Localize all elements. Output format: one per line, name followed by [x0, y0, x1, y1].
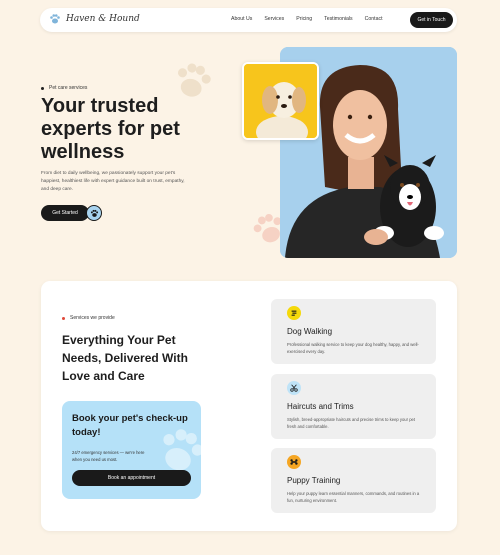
get-started-button[interactable]: Get Started	[41, 205, 89, 221]
services-section: Services we provide Everything Your Pet …	[41, 281, 457, 531]
service-description: Stylish, breed-appropriate haircuts and …	[287, 417, 416, 429]
services-tag: Services we provide	[62, 315, 115, 321]
service-description: Professional walking service to keep you…	[287, 342, 419, 354]
top-navbar: Haven & Hound About Us Services Pricing …	[40, 8, 457, 32]
services-tag-label: Services we provide	[70, 315, 115, 321]
service-name: Haircuts and Trims	[287, 402, 354, 411]
booking-description: 24/7 emergency services — we're here whe…	[72, 450, 145, 462]
scissors-icon	[287, 381, 301, 395]
hero-description: From diet to daily wellbeing, we passion…	[41, 171, 185, 192]
hero-tag-label: Pet care services	[49, 85, 88, 91]
service-card-haircuts[interactable]: Haircuts and Trims Stylish, breed-approp…	[271, 374, 436, 439]
brand-logo[interactable]: Haven & Hound	[49, 13, 140, 25]
service-card-puppy-training[interactable]: Puppy Training Help your puppy learn ess…	[271, 448, 436, 513]
nav-links: About Us Services Pricing Testimonials C…	[231, 16, 383, 22]
book-appointment-button[interactable]: Book an appointment	[72, 470, 191, 486]
service-card-dog-walking[interactable]: Dog Walking Professional walking service…	[271, 299, 436, 364]
paw-logo-icon	[50, 14, 60, 24]
paw-icon	[90, 209, 98, 217]
decorative-paw-icon	[177, 63, 211, 97]
booking-title: Book your pet's check-up today!	[72, 413, 188, 438]
nav-link-about[interactable]: About Us	[231, 16, 252, 22]
golden-puppy-illustration	[244, 64, 317, 138]
nav-link-services[interactable]: Services	[264, 16, 284, 22]
brand-name: Haven & Hound	[66, 14, 140, 24]
service-name: Puppy Training	[287, 476, 341, 485]
service-name: Dog Walking	[287, 327, 333, 336]
tag-dot	[62, 316, 65, 320]
nav-link-contact[interactable]: Contact	[365, 16, 383, 22]
nav-link-pricing[interactable]: Pricing	[296, 16, 312, 22]
hero-title: Your trusted experts for pet wellness	[41, 95, 180, 163]
services-title: Everything Your Pet Needs, Delivered Wit…	[62, 333, 188, 383]
service-description: Help your puppy learn essential manners,…	[287, 491, 420, 503]
booking-card: Book your pet's check-up today! 24/7 eme…	[62, 401, 201, 499]
get-in-touch-button[interactable]: Get in Touch	[410, 12, 453, 28]
walking-icon	[287, 306, 301, 320]
training-icon	[287, 455, 301, 469]
hero-photo-puppy	[242, 62, 319, 140]
nav-link-testimonials[interactable]: Testimonials	[324, 16, 353, 22]
paw-icon-button[interactable]	[86, 205, 102, 221]
tag-dot	[41, 86, 44, 90]
hero-tag: Pet care services	[41, 85, 87, 91]
